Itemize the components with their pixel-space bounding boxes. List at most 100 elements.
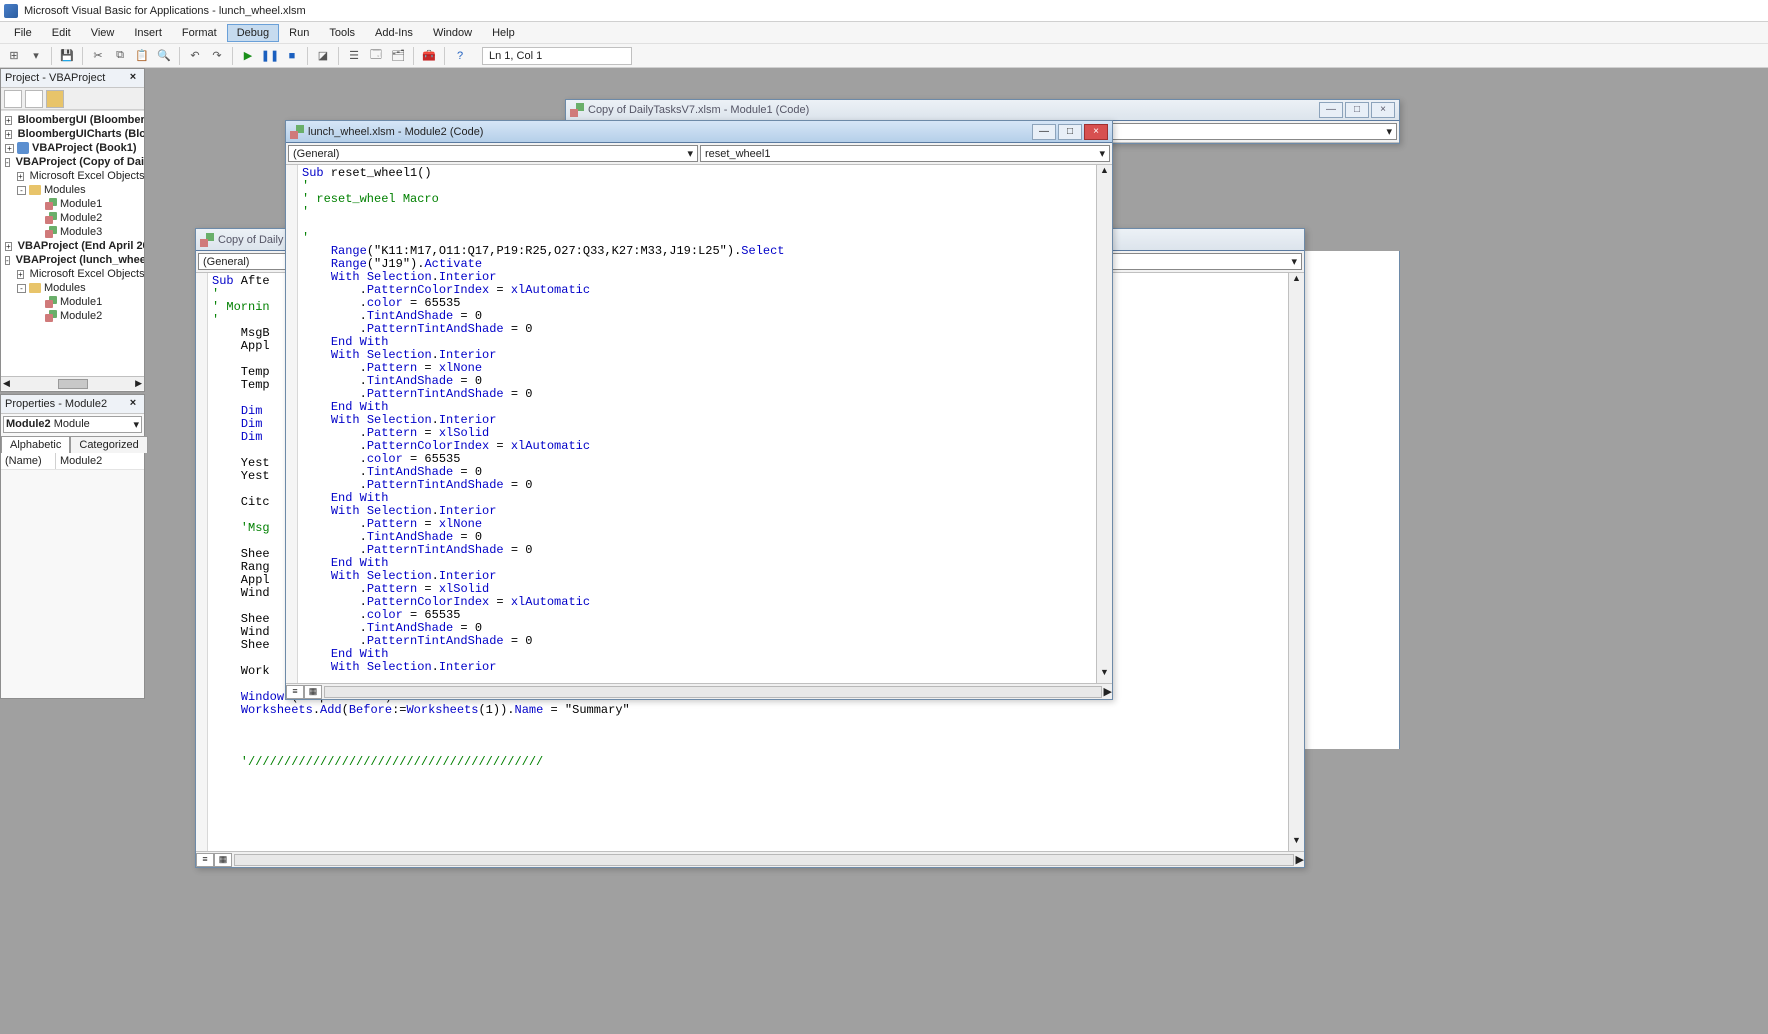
menubar: File Edit View Insert Format Debug Run T… <box>0 22 1768 44</box>
expand-icon[interactable]: + <box>5 130 12 139</box>
separator <box>307 47 308 65</box>
expand-icon[interactable]: + <box>17 270 24 279</box>
scroll-right-icon[interactable]: ▶ <box>135 378 142 389</box>
view-object-icon[interactable] <box>25 90 43 108</box>
collapse-icon[interactable]: - <box>17 284 26 293</box>
tree-item[interactable]: +Microsoft Excel Objects <box>3 169 142 183</box>
tab-alphabetic[interactable]: Alphabetic <box>1 436 70 453</box>
code-editor[interactable]: Sub reset_wheel1() ' ' reset_wheel Macro… <box>298 165 1096 683</box>
full-module-view-icon[interactable]: ▦ <box>304 685 322 699</box>
tab-categorized[interactable]: Categorized <box>70 436 147 453</box>
tree-item[interactable]: Module3 <box>3 225 142 239</box>
tree-item[interactable]: Module2 <box>3 211 142 225</box>
scroll-down-icon[interactable]: ▼ <box>1289 835 1304 851</box>
tree-item[interactable]: +Microsoft Excel Objects <box>3 267 142 281</box>
separator <box>444 47 445 65</box>
separator <box>232 47 233 65</box>
menu-view[interactable]: View <box>81 24 125 42</box>
procedure-view-icon[interactable]: ≡ <box>286 685 304 699</box>
tree-item[interactable]: -VBAProject (Copy of Dai <box>3 155 142 169</box>
project-explorer-icon[interactable]: ☰ <box>344 46 364 66</box>
tree-item[interactable]: Module1 <box>3 295 142 309</box>
tree-item[interactable]: Module2 <box>3 309 142 323</box>
expand-icon[interactable]: + <box>5 116 12 125</box>
run-icon[interactable]: ▶ <box>238 46 258 66</box>
procedure-view-icon[interactable]: ≡ <box>196 853 214 867</box>
collapse-icon[interactable]: - <box>5 256 10 265</box>
menu-window[interactable]: Window <box>423 24 482 42</box>
scroll-up-icon[interactable]: ▲ <box>1289 273 1304 289</box>
minimize-button[interactable]: — <box>1319 102 1343 118</box>
horizontal-scrollbar[interactable] <box>324 686 1102 698</box>
horizontal-scrollbar[interactable] <box>234 854 1294 866</box>
view-toggle-icon[interactable]: ▾ <box>26 46 46 66</box>
close-icon[interactable]: × <box>126 71 140 85</box>
collapse-icon[interactable]: - <box>17 186 26 195</box>
scroll-right-icon[interactable]: ▶ <box>1296 853 1304 866</box>
window-titlebar[interactable]: lunch_wheel.xlsm - Module2 (Code) — □ × <box>286 121 1112 143</box>
properties-icon[interactable]: 🗔 <box>366 46 386 66</box>
save-icon[interactable]: 💾 <box>57 46 77 66</box>
menu-debug[interactable]: Debug <box>227 24 279 42</box>
menu-run[interactable]: Run <box>279 24 319 42</box>
toggle-folders-icon[interactable] <box>46 90 64 108</box>
vertical-scrollbar[interactable]: ▲ ▼ <box>1288 273 1304 851</box>
menu-format[interactable]: Format <box>172 24 227 42</box>
collapse-icon[interactable]: - <box>5 158 10 167</box>
tree-item[interactable]: -Modules <box>3 183 142 197</box>
find-icon[interactable]: 🔍 <box>154 46 174 66</box>
full-module-view-icon[interactable]: ▦ <box>214 853 232 867</box>
vertical-scrollbar[interactable]: ▲ ▼ <box>1096 165 1112 683</box>
excel-icon[interactable]: ⊞ <box>4 46 24 66</box>
menu-insert[interactable]: Insert <box>124 24 172 42</box>
tree-item[interactable]: +VBAProject (Book1) <box>3 141 142 155</box>
reset-icon[interactable]: ■ <box>282 46 302 66</box>
window-title-text: Copy of Daily <box>218 234 283 246</box>
expand-icon[interactable]: + <box>5 242 12 251</box>
horizontal-scrollbar[interactable]: ◀ ▶ <box>1 376 144 390</box>
property-row[interactable]: (Name) Module2 <box>1 453 144 470</box>
scroll-left-icon[interactable]: ◀ <box>3 378 10 389</box>
object-combo[interactable]: (General) ▾ <box>288 145 698 162</box>
close-button[interactable]: × <box>1371 102 1395 118</box>
tree-item[interactable]: -Modules <box>3 281 142 295</box>
minimize-button[interactable]: — <box>1032 124 1056 140</box>
property-value[interactable]: Module2 <box>56 453 106 469</box>
scroll-up-icon[interactable]: ▲ <box>1097 165 1112 181</box>
object-browser-icon[interactable]: 🗂 <box>388 46 408 66</box>
cut-icon[interactable]: ✂ <box>88 46 108 66</box>
menu-addins[interactable]: Add-Ins <box>365 24 423 42</box>
tree-item[interactable]: Module1 <box>3 197 142 211</box>
tree-item[interactable]: -VBAProject (lunch_whee <box>3 253 142 267</box>
tree-item[interactable]: +BloombergUICharts (Blo <box>3 127 142 141</box>
tree-item[interactable]: +BloombergUI (Bloomberg <box>3 113 142 127</box>
expand-icon[interactable]: + <box>5 144 14 153</box>
menu-file[interactable]: File <box>4 24 42 42</box>
scroll-right-icon[interactable]: ▶ <box>1104 685 1112 698</box>
code-window-lunch-wheel[interactable]: lunch_wheel.xlsm - Module2 (Code) — □ × … <box>285 120 1113 700</box>
close-button[interactable]: × <box>1084 124 1108 140</box>
expand-icon[interactable]: + <box>17 172 24 181</box>
paste-icon[interactable]: 📋 <box>132 46 152 66</box>
scroll-down-icon[interactable]: ▼ <box>1097 667 1112 683</box>
menu-tools[interactable]: Tools <box>319 24 365 42</box>
maximize-button[interactable]: □ <box>1058 124 1082 140</box>
toolbox-icon[interactable]: 🧰 <box>419 46 439 66</box>
close-icon[interactable]: × <box>126 397 140 411</box>
help-icon[interactable]: ? <box>450 46 470 66</box>
copy-icon[interactable]: ⧉ <box>110 46 130 66</box>
undo-icon[interactable]: ↶ <box>185 46 205 66</box>
tree-item[interactable]: +VBAProject (End April 20 <box>3 239 142 253</box>
menu-edit[interactable]: Edit <box>42 24 81 42</box>
maximize-button[interactable]: □ <box>1345 102 1369 118</box>
project-tree[interactable]: +BloombergUI (Bloomberg+BloombergUIChart… <box>1 110 144 376</box>
procedure-combo[interactable]: reset_wheel1 ▾ <box>700 145 1110 162</box>
redo-icon[interactable]: ↷ <box>207 46 227 66</box>
break-icon[interactable]: ❚❚ <box>260 46 280 66</box>
view-code-icon[interactable] <box>4 90 22 108</box>
menu-help[interactable]: Help <box>482 24 525 42</box>
window-titlebar[interactable]: Copy of DailyTasksV7.xlsm - Module1 (Cod… <box>566 100 1399 121</box>
properties-object-combo[interactable]: Module2 Module ▾ <box>3 416 142 433</box>
design-mode-icon[interactable]: ◪ <box>313 46 333 66</box>
scroll-thumb[interactable] <box>58 379 88 389</box>
